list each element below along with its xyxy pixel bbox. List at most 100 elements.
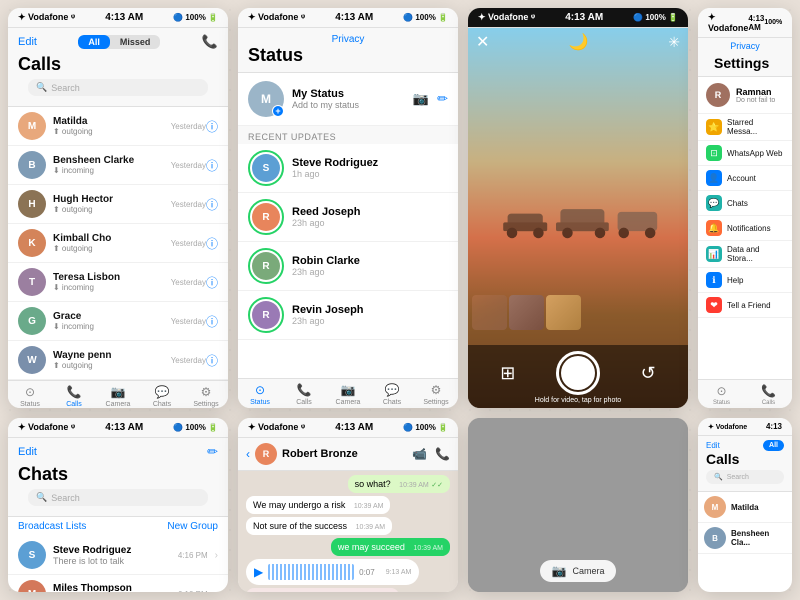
table-row[interactable]: T Teresa Lisbon ⬇ incoming Yesterday ⓘ bbox=[8, 263, 228, 302]
info-icon[interactable]: ⓘ bbox=[206, 352, 218, 369]
segment-all[interactable]: All bbox=[78, 35, 110, 49]
settings-item-starred[interactable]: ⭐ Starred Messa... bbox=[698, 114, 792, 141]
tab-calls-label: Calls bbox=[66, 401, 82, 408]
camera-thumbnails bbox=[472, 295, 684, 330]
tab-camera-2[interactable]: 📷 Camera bbox=[326, 383, 370, 406]
back-button[interactable]: ‹ bbox=[246, 447, 250, 461]
camera-label-text: Camera bbox=[572, 566, 604, 576]
info-icon[interactable]: ⓘ bbox=[206, 274, 218, 291]
info-icon[interactable]: ⓘ bbox=[206, 157, 218, 174]
table-row[interactable]: B Bensheen Cla... bbox=[698, 523, 792, 554]
call-info: Teresa Lisbon ⬇ incoming bbox=[53, 272, 171, 292]
settings-item-account[interactable]: 👤 Account bbox=[698, 166, 792, 191]
search-bar-chats[interactable]: 🔍 Search bbox=[28, 489, 208, 506]
settings-profile[interactable]: R Ramnan Do not fail to bbox=[698, 77, 792, 114]
add-status-badge: + bbox=[272, 105, 284, 117]
chat-avatar: S bbox=[18, 541, 46, 569]
search-bar-calls-br[interactable]: 🔍 Search bbox=[706, 470, 784, 484]
status-item[interactable]: S Steve Rodriguez 1h ago bbox=[238, 144, 458, 193]
tab-chats-label: Chats bbox=[153, 401, 171, 408]
settings-item-chats[interactable]: 💬 Chats bbox=[698, 191, 792, 216]
info-icon[interactable]: ⓘ bbox=[206, 235, 218, 252]
gallery-icon[interactable]: ⊞ bbox=[500, 363, 515, 384]
carrier-3: ✦ Vodafone ᵠ bbox=[478, 12, 535, 23]
thumbnail[interactable] bbox=[472, 295, 507, 330]
call-time: Yesterday bbox=[171, 317, 206, 326]
settings-item-notifications[interactable]: 🔔 Notifications bbox=[698, 216, 792, 241]
profile-avatar: R bbox=[706, 83, 730, 107]
table-row[interactable]: M Matilda ⬆ outgoing Yesterday ⓘ bbox=[8, 107, 228, 146]
thumbnail[interactable] bbox=[509, 295, 544, 330]
call-info: Bensheen Clarke ⬇ incoming bbox=[53, 155, 171, 175]
thumbnail[interactable] bbox=[546, 295, 581, 330]
chat-item[interactable]: S Steve Rodriguez There is lot to talk 4… bbox=[8, 536, 228, 575]
status-item[interactable]: R Revin Joseph 23h ago bbox=[238, 291, 458, 340]
tab-camera[interactable]: 📷 Camera bbox=[96, 385, 140, 408]
icons-2: 🔵 100% 🔋 bbox=[403, 13, 448, 22]
segment-missed[interactable]: Missed bbox=[110, 35, 161, 49]
tab-settings-2[interactable]: ⚙ Settings bbox=[414, 383, 458, 406]
settings-item-data[interactable]: 📊 Data and Stora... bbox=[698, 241, 792, 268]
camera-status-icon[interactable]: 📷 bbox=[413, 91, 429, 107]
broadcast-lists-link[interactable]: Broadcast Lists bbox=[18, 521, 86, 532]
new-call-icon[interactable]: 📞 bbox=[202, 34, 218, 50]
tab-calls-s[interactable]: 📞 Calls bbox=[745, 384, 792, 406]
audio-message[interactable]: ▶ 0:07 9:13 AM bbox=[246, 559, 419, 585]
tab-settings[interactable]: ⚙ Settings bbox=[184, 385, 228, 408]
contact-name: Robert Bronze bbox=[282, 448, 407, 460]
table-row[interactable]: H Hugh Hector ⬆ outgoing Yesterday ⓘ bbox=[8, 185, 228, 224]
status-bar-8: ✦ Vodafone 4:13 bbox=[698, 418, 792, 436]
settings-item-web[interactable]: ⊡ WhatsApp Web bbox=[698, 141, 792, 166]
settings-item-help[interactable]: ℹ Help bbox=[698, 268, 792, 293]
table-row[interactable]: G Grace ⬇ incoming Yesterday ⓘ bbox=[8, 302, 228, 341]
chats-title: Chats bbox=[18, 464, 218, 485]
status-item[interactable]: R Reed Joseph 23h ago bbox=[238, 193, 458, 242]
tab-status[interactable]: ⊙ Status bbox=[8, 385, 52, 408]
table-row[interactable]: B Bensheen Clarke ⬇ incoming Yesterday ⓘ bbox=[8, 146, 228, 185]
new-group-button[interactable]: New Group bbox=[167, 521, 218, 532]
tab-calls[interactable]: 📞 Calls bbox=[52, 385, 96, 408]
tab-bar-2: ⊙ Status 📞 Calls 📷 Camera 💬 Chats ⚙ Sett… bbox=[238, 378, 458, 408]
my-status-row[interactable]: M + My Status Add to my status 📷 ✏ bbox=[238, 73, 458, 126]
avatar: R bbox=[252, 301, 280, 329]
edit-chats-button[interactable]: Edit bbox=[18, 446, 37, 458]
tab-chats-2[interactable]: 💬 Chats bbox=[370, 383, 414, 406]
video-call-icon[interactable]: 📹 bbox=[412, 447, 427, 461]
tab-camera-label: Camera bbox=[106, 401, 131, 408]
table-row[interactable]: K Kimball Cho ⬆ outgoing Yesterday ⓘ bbox=[8, 224, 228, 263]
info-icon[interactable]: ⓘ bbox=[206, 313, 218, 330]
table-row[interactable]: M Matilda bbox=[698, 492, 792, 523]
tab-chats[interactable]: 💬 Chats bbox=[140, 385, 184, 408]
tab-status-s[interactable]: ⊙ Status bbox=[698, 384, 745, 406]
info-icon[interactable]: ⓘ bbox=[206, 118, 218, 135]
flash-icon[interactable]: ✳ bbox=[668, 34, 680, 51]
read-receipt-icon: ✓✓ bbox=[431, 482, 443, 489]
search-bar-calls[interactable]: 🔍 Search bbox=[28, 79, 208, 96]
tab-status-2[interactable]: ⊙ Status bbox=[238, 383, 282, 406]
call-time: Yesterday bbox=[171, 278, 206, 287]
close-icon[interactable]: ✕ bbox=[476, 32, 489, 52]
chat-item[interactable]: M Miles Thompson ✓✓ l got you bro 😎 6:10… bbox=[8, 575, 228, 592]
edit-button[interactable]: Edit bbox=[18, 36, 37, 48]
edit-status-icon[interactable]: ✏ bbox=[437, 91, 448, 107]
status-item[interactable]: R Robin Clarke 23h ago bbox=[238, 242, 458, 291]
info-icon[interactable]: ⓘ bbox=[206, 196, 218, 213]
voice-call-icon[interactable]: 📞 bbox=[435, 447, 450, 461]
settings-item-friend[interactable]: ❤ Tell a Friend bbox=[698, 293, 792, 318]
new-chat-icon[interactable]: ✏ bbox=[207, 444, 218, 460]
flip-camera-icon[interactable]: ↺ bbox=[641, 363, 656, 384]
moon-icon[interactable]: 🌙 bbox=[569, 32, 589, 52]
status-bar-3: ✦ Vodafone ᵠ 4:13 AM 🔵 100% 🔋 bbox=[468, 8, 688, 28]
shutter-button[interactable] bbox=[556, 351, 600, 395]
call-type: ⬆ outgoing bbox=[53, 244, 171, 253]
tab-calls-label-2: Calls bbox=[296, 399, 312, 406]
seg-all-br[interactable]: All bbox=[763, 440, 784, 451]
play-icon[interactable]: ▶ bbox=[254, 565, 263, 579]
call-info: Wayne penn ⬆ outgoing bbox=[53, 350, 171, 370]
edit-calls-br[interactable]: Edit bbox=[706, 441, 720, 450]
message-bubble-in: We may undergo a risk 10:39 AM bbox=[246, 496, 390, 514]
table-row[interactable]: W Wayne penn ⬆ outgoing Yesterday ⓘ bbox=[8, 341, 228, 380]
tab-calls-2[interactable]: 📞 Calls bbox=[282, 383, 326, 406]
whatsapp-web-icon: ⊡ bbox=[706, 145, 722, 161]
status-bar-1: ✦ Vodafone ᵠ 4:13 AM 🔵 100% 🔋 bbox=[8, 8, 228, 28]
